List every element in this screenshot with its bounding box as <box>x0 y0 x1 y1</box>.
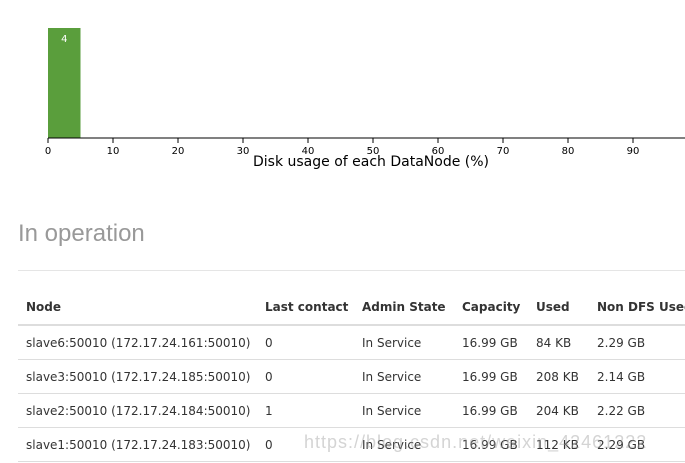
x-tick-label: 10 <box>107 146 120 157</box>
cell-capacity: 16.99 GB <box>454 325 528 360</box>
disk-usage-histogram: 4 0 10 20 30 40 50 60 70 80 90 Disk usage of each D… <box>0 0 685 175</box>
bar-count-label: 4 <box>61 34 67 45</box>
cell-non-dfs-used: 2.22 GB <box>589 393 685 428</box>
cell-node: slave1:50010 (172.17.24.183:50010) <box>18 427 257 462</box>
x-axis-label: Disk usage of each DataNode (%) <box>253 154 489 170</box>
cell-last-contact: 1 <box>257 393 354 428</box>
histogram-svg: 40 10 20 30 40 50 60 70 80 90Disk usage of each D… <box>45 28 685 170</box>
x-tick-label: 90 <box>627 146 640 157</box>
column-header-node[interactable]: Node <box>18 290 257 326</box>
table-row: slave3:50010 (172.17.24.185:50010) 0 In … <box>18 359 685 394</box>
cell-capacity: 16.99 GB <box>454 359 528 394</box>
watermark-text: https://blog.csdn.net/weixin_42461222 <box>304 432 648 452</box>
column-header-used[interactable]: Used <box>528 290 589 326</box>
section-heading-in-operation: In operation <box>18 220 145 247</box>
x-tick-label: 20 <box>172 146 185 157</box>
cell-last-contact: 0 <box>257 325 354 360</box>
cell-node: slave3:50010 (172.17.24.185:50010) <box>18 359 257 394</box>
cell-capacity: 16.99 GB <box>454 393 528 428</box>
cell-admin-state: In Service <box>354 359 454 394</box>
x-tick-label: 70 <box>497 146 510 157</box>
cell-node: slave2:50010 (172.17.24.184:50010) <box>18 393 257 428</box>
table-row: slave2:50010 (172.17.24.184:50010) 1 In … <box>18 393 685 428</box>
cell-admin-state: In Service <box>354 393 454 428</box>
heading-divider <box>18 270 685 271</box>
cell-used: 84 KB <box>528 325 589 360</box>
column-header-capacity[interactable]: Capacity <box>454 290 528 326</box>
table-header-row: Node Last contact Admin State Capacity U… <box>18 290 685 326</box>
cell-non-dfs-used: 2.14 GB <box>589 359 685 394</box>
cell-last-contact: 0 <box>257 359 354 394</box>
table-row: slave6:50010 (172.17.24.161:50010) 0 In … <box>18 325 685 360</box>
column-header-last-contact[interactable]: Last contact <box>257 290 354 326</box>
x-tick-label: 0 <box>45 146 51 157</box>
cell-admin-state: In Service <box>354 325 454 360</box>
cell-node: slave6:50010 (172.17.24.161:50010) <box>18 325 257 360</box>
x-tick-label: 80 <box>562 146 575 157</box>
cell-used: 204 KB <box>528 393 589 428</box>
cell-used: 208 KB <box>528 359 589 394</box>
x-tick-label: 30 <box>237 146 250 157</box>
column-header-non-dfs-used[interactable]: Non DFS Used <box>589 290 685 326</box>
column-header-admin-state[interactable]: Admin State <box>354 290 454 326</box>
cell-non-dfs-used: 2.29 GB <box>589 325 685 360</box>
